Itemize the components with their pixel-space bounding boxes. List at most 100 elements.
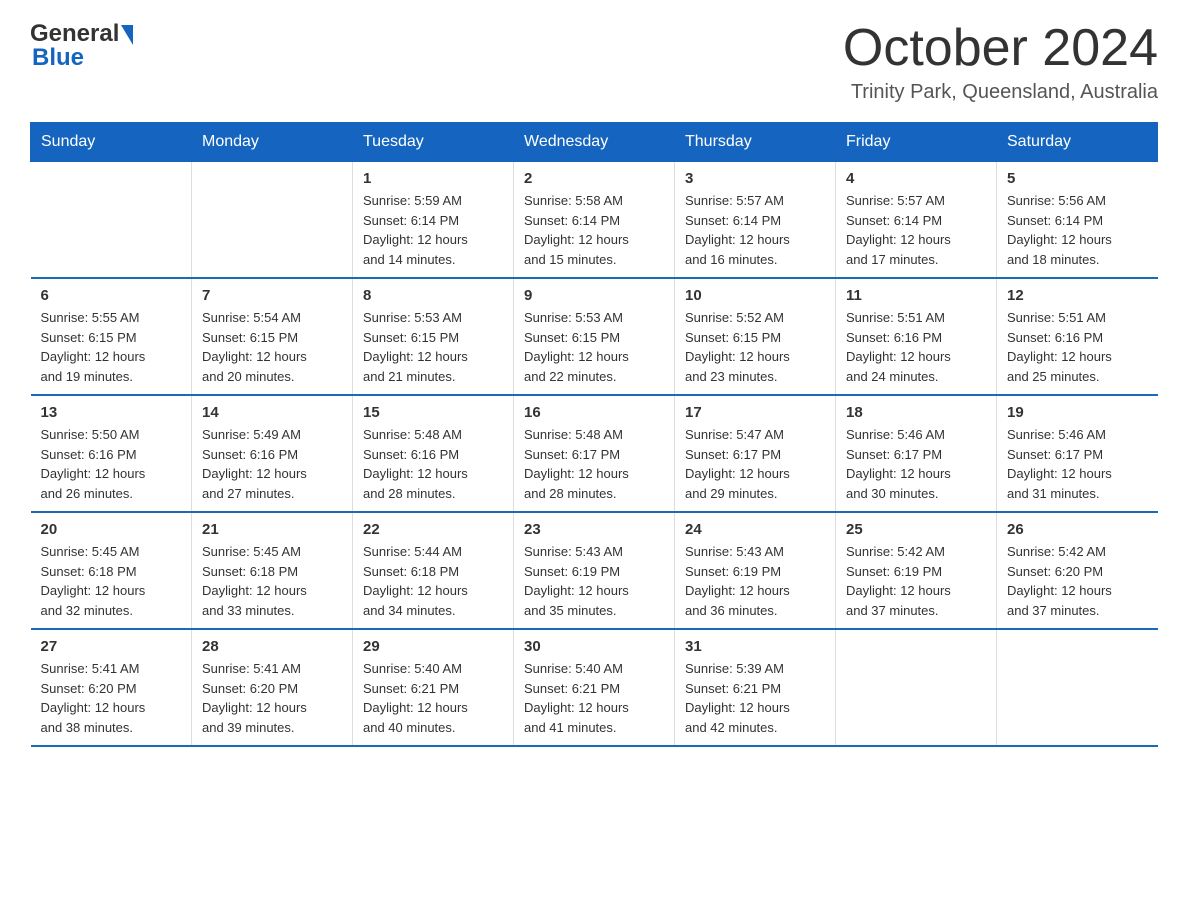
day-number: 9 xyxy=(524,287,664,304)
week-row-3: 13 Sunrise: 5:50 AM Sunset: 6:16 PM Dayli… xyxy=(31,395,1158,512)
week-row-4: 20 Sunrise: 5:45 AM Sunset: 6:18 PM Dayli… xyxy=(31,512,1158,629)
week-row-1: 1 Sunrise: 5:59 AM Sunset: 6:14 PM Daylig… xyxy=(31,162,1158,279)
day-number: 3 xyxy=(685,170,825,187)
day-number: 13 xyxy=(41,404,182,421)
day-info: Sunrise: 5:45 AM Sunset: 6:18 PM Dayligh… xyxy=(41,542,182,620)
day-info: Sunrise: 5:51 AM Sunset: 6:16 PM Dayligh… xyxy=(1007,308,1148,386)
month-title: October 2024 xyxy=(843,20,1158,77)
day-info: Sunrise: 5:52 AM Sunset: 6:15 PM Dayligh… xyxy=(685,308,825,386)
calendar-cell: 28Sunrise: 5:41 AM Sunset: 6:20 PM Dayli… xyxy=(192,629,353,746)
calendar-cell: 27 Sunrise: 5:41 AM Sunset: 6:20 PM Dayli… xyxy=(31,629,192,746)
day-info: Sunrise: 5:51 AM Sunset: 6:16 PM Dayligh… xyxy=(846,308,986,386)
day-number: 15 xyxy=(363,404,503,421)
day-info: Sunrise: 5:47 AM Sunset: 6:17 PM Dayligh… xyxy=(685,425,825,503)
week-row-2: 6 Sunrise: 5:55 AM Sunset: 6:15 PM Daylig… xyxy=(31,278,1158,395)
calendar-cell: 4 Sunrise: 5:57 AM Sunset: 6:14 PM Daylig… xyxy=(836,162,997,279)
day-number: 31 xyxy=(685,638,825,655)
day-number: 17 xyxy=(685,404,825,421)
day-info: Sunrise: 5:46 AM Sunset: 6:17 PM Dayligh… xyxy=(846,425,986,503)
day-number: 30 xyxy=(524,638,664,655)
day-info: Sunrise: 5:42 AM Sunset: 6:20 PM Dayligh… xyxy=(1007,542,1148,620)
day-number: 24 xyxy=(685,521,825,538)
day-info: Sunrise: 5:44 AM Sunset: 6:18 PM Dayligh… xyxy=(363,542,503,620)
day-info: Sunrise: 5:43 AM Sunset: 6:19 PM Dayligh… xyxy=(685,542,825,620)
logo-blue-text: Blue xyxy=(30,44,84,72)
day-number: 10 xyxy=(685,287,825,304)
day-number: 6 xyxy=(41,287,182,304)
calendar-cell: 13 Sunrise: 5:50 AM Sunset: 6:16 PM Dayli… xyxy=(31,395,192,512)
calendar-cell: 23 Sunrise: 5:43 AM Sunset: 6:19 PM Dayli… xyxy=(514,512,675,629)
day-info: Sunrise: 5:40 AM Sunset: 6:21 PM Dayligh… xyxy=(524,659,664,737)
week-row-5: 27 Sunrise: 5:41 AM Sunset: 6:20 PM Dayli… xyxy=(31,629,1158,746)
calendar-cell: 20 Sunrise: 5:45 AM Sunset: 6:18 PM Dayli… xyxy=(31,512,192,629)
day-info: Sunrise: 5:53 AM Sunset: 6:15 PM Dayligh… xyxy=(363,308,503,386)
calendar-cell: 8 Sunrise: 5:53 AM Sunset: 6:15 PM Daylig… xyxy=(353,278,514,395)
day-info: Sunrise: 5:55 AM Sunset: 6:15 PM Dayligh… xyxy=(41,308,182,386)
day-info: Sunrise: 5:54 AM Sunset: 6:15 PM Dayligh… xyxy=(202,308,342,386)
day-number: 27 xyxy=(41,638,182,655)
calendar-cell xyxy=(192,162,353,279)
day-number: 19 xyxy=(1007,404,1148,421)
calendar-cell: 3 Sunrise: 5:57 AM Sunset: 6:14 PM Daylig… xyxy=(675,162,836,279)
day-number: 4 xyxy=(846,170,986,187)
day-info: Sunrise: 5:57 AM Sunset: 6:14 PM Dayligh… xyxy=(846,191,986,269)
day-info: Sunrise: 5:50 AM Sunset: 6:16 PM Dayligh… xyxy=(41,425,182,503)
day-info: Sunrise: 5:57 AM Sunset: 6:14 PM Dayligh… xyxy=(685,191,825,269)
calendar-cell: 26 Sunrise: 5:42 AM Sunset: 6:20 PM Dayli… xyxy=(997,512,1158,629)
day-number: 22 xyxy=(363,521,503,538)
day-number: 12 xyxy=(1007,287,1148,304)
day-info: Sunrise: 5:59 AM Sunset: 6:14 PM Dayligh… xyxy=(363,191,503,269)
calendar-cell: 2Sunrise: 5:58 AM Sunset: 6:14 PM Daylig… xyxy=(514,162,675,279)
weekday-header-saturday: Saturday xyxy=(997,123,1158,162)
day-info: Sunrise: 5:40 AM Sunset: 6:21 PM Dayligh… xyxy=(363,659,503,737)
day-number: 5 xyxy=(1007,170,1148,187)
day-info: Sunrise: 5:48 AM Sunset: 6:17 PM Dayligh… xyxy=(524,425,664,503)
day-info: Sunrise: 5:42 AM Sunset: 6:19 PM Dayligh… xyxy=(846,542,986,620)
day-number: 23 xyxy=(524,521,664,538)
page-header: General Blue October 2024 Trinity Park, … xyxy=(30,20,1158,104)
calendar-cell: 29 Sunrise: 5:40 AM Sunset: 6:21 PM Dayli… xyxy=(353,629,514,746)
calendar-cell xyxy=(836,629,997,746)
day-info: Sunrise: 5:46 AM Sunset: 6:17 PM Dayligh… xyxy=(1007,425,1148,503)
day-info: Sunrise: 5:41 AM Sunset: 6:20 PM Dayligh… xyxy=(202,659,342,737)
day-number: 29 xyxy=(363,638,503,655)
calendar-cell: 1 Sunrise: 5:59 AM Sunset: 6:14 PM Daylig… xyxy=(353,162,514,279)
calendar-cell: 22 Sunrise: 5:44 AM Sunset: 6:18 PM Dayli… xyxy=(353,512,514,629)
weekday-header-friday: Friday xyxy=(836,123,997,162)
day-info: Sunrise: 5:39 AM Sunset: 6:21 PM Dayligh… xyxy=(685,659,825,737)
logo-arrow-icon xyxy=(121,25,133,45)
day-number: 2 xyxy=(524,170,664,187)
day-number: 14 xyxy=(202,404,342,421)
calendar-table: SundayMondayTuesdayWednesdayThursdayFrid… xyxy=(30,122,1158,747)
calendar-cell: 15Sunrise: 5:48 AM Sunset: 6:16 PM Dayli… xyxy=(353,395,514,512)
day-number: 1 xyxy=(363,170,503,187)
day-number: 20 xyxy=(41,521,182,538)
calendar-cell: 16 Sunrise: 5:48 AM Sunset: 6:17 PM Dayli… xyxy=(514,395,675,512)
calendar-cell: 7Sunrise: 5:54 AM Sunset: 6:15 PM Daylig… xyxy=(192,278,353,395)
day-info: Sunrise: 5:41 AM Sunset: 6:20 PM Dayligh… xyxy=(41,659,182,737)
calendar-cell: 14 Sunrise: 5:49 AM Sunset: 6:16 PM Dayli… xyxy=(192,395,353,512)
header-right: October 2024 Trinity Park, Queensland, A… xyxy=(843,20,1158,104)
calendar-cell: 10 Sunrise: 5:52 AM Sunset: 6:15 PM Dayli… xyxy=(675,278,836,395)
calendar-cell: 12 Sunrise: 5:51 AM Sunset: 6:16 PM Dayli… xyxy=(997,278,1158,395)
calendar-cell: 9 Sunrise: 5:53 AM Sunset: 6:15 PM Daylig… xyxy=(514,278,675,395)
weekday-header-wednesday: Wednesday xyxy=(514,123,675,162)
day-info: Sunrise: 5:49 AM Sunset: 6:16 PM Dayligh… xyxy=(202,425,342,503)
day-number: 26 xyxy=(1007,521,1148,538)
day-number: 25 xyxy=(846,521,986,538)
weekday-header-tuesday: Tuesday xyxy=(353,123,514,162)
day-number: 16 xyxy=(524,404,664,421)
weekday-header-thursday: Thursday xyxy=(675,123,836,162)
calendar-cell: 21Sunrise: 5:45 AM Sunset: 6:18 PM Dayli… xyxy=(192,512,353,629)
calendar-cell xyxy=(31,162,192,279)
calendar-cell: 30 Sunrise: 5:40 AM Sunset: 6:21 PM Dayli… xyxy=(514,629,675,746)
day-number: 21 xyxy=(202,521,342,538)
day-info: Sunrise: 5:43 AM Sunset: 6:19 PM Dayligh… xyxy=(524,542,664,620)
location-title: Trinity Park, Queensland, Australia xyxy=(843,81,1158,104)
day-info: Sunrise: 5:53 AM Sunset: 6:15 PM Dayligh… xyxy=(524,308,664,386)
calendar-cell: 31 Sunrise: 5:39 AM Sunset: 6:21 PM Dayli… xyxy=(675,629,836,746)
calendar-cell: 11 Sunrise: 5:51 AM Sunset: 6:16 PM Dayli… xyxy=(836,278,997,395)
weekday-header-monday: Monday xyxy=(192,123,353,162)
day-number: 11 xyxy=(846,287,986,304)
day-number: 8 xyxy=(363,287,503,304)
